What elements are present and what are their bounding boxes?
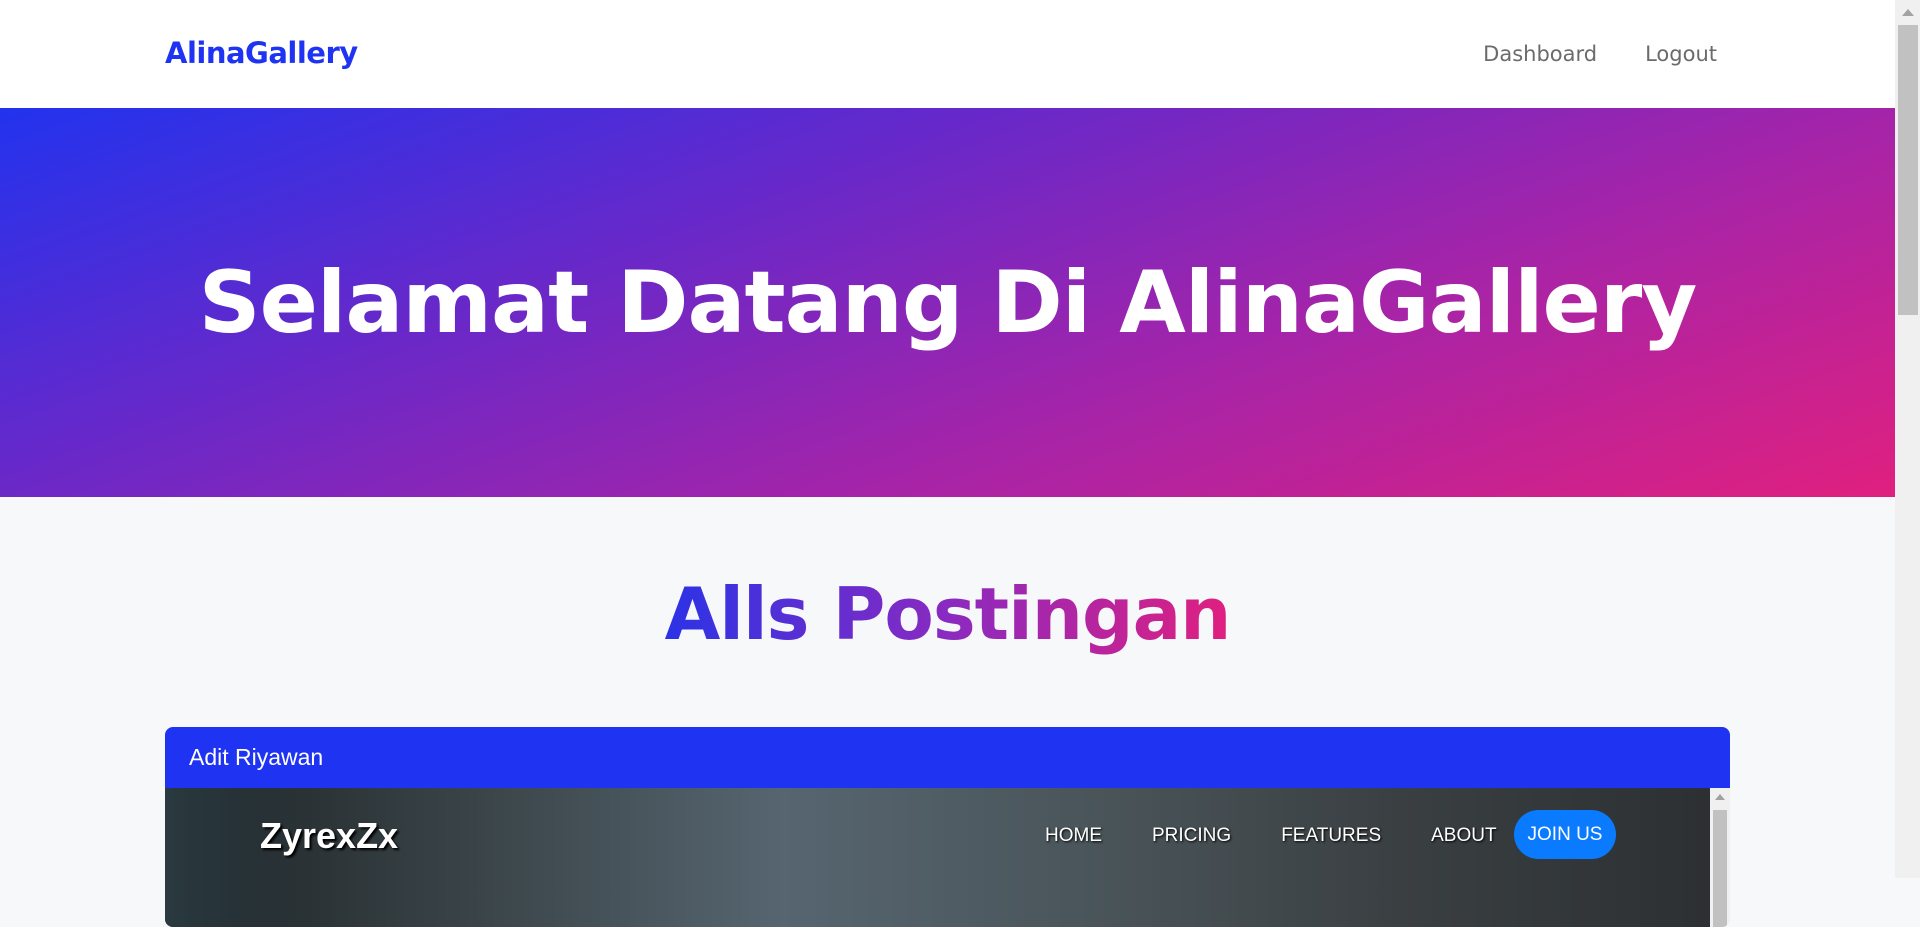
navbar: AlinaGallery Dashboard Logout: [0, 0, 1895, 108]
preview-menu-about[interactable]: ABOUT: [1431, 825, 1496, 847]
post-author: Adit Riyawan: [165, 727, 1730, 788]
preview-join-button[interactable]: JOIN US: [1514, 810, 1616, 859]
preview-menu-home[interactable]: HOME: [1045, 825, 1102, 847]
scroll-up-icon[interactable]: [1902, 9, 1914, 16]
preview-menu-pricing[interactable]: PRICING: [1152, 825, 1231, 847]
nav-dashboard-link[interactable]: Dashboard: [1483, 42, 1597, 66]
preview-logo[interactable]: ZyrexZx: [260, 815, 398, 857]
post-card: Adit Riyawan ZyrexZx HOME PRICING FEATUR…: [165, 727, 1730, 927]
preview-scrollbar[interactable]: [1710, 788, 1730, 927]
page-scrollbar[interactable]: [1895, 0, 1920, 878]
post-preview-frame[interactable]: ZyrexZx HOME PRICING FEATURES ABOUT JOIN…: [165, 788, 1710, 927]
section-heading: Alls Postingan: [0, 572, 1895, 656]
scroll-up-icon[interactable]: [1715, 794, 1725, 800]
nav-links: Dashboard Logout: [1483, 42, 1717, 66]
brand-logo[interactable]: AlinaGallery: [165, 36, 358, 70]
preview-menu-features[interactable]: FEATURES: [1281, 825, 1381, 847]
scrollbar-thumb[interactable]: [1713, 810, 1727, 927]
preview-menu: HOME PRICING FEATURES ABOUT: [1045, 825, 1497, 847]
scrollbar-thumb[interactable]: [1898, 25, 1918, 315]
nav-logout-link[interactable]: Logout: [1645, 42, 1717, 66]
hero-title: Selamat Datang Di AlinaGallery: [198, 252, 1698, 353]
section-title: Alls Postingan: [664, 572, 1232, 656]
hero-banner: Selamat Datang Di AlinaGallery: [0, 108, 1895, 497]
